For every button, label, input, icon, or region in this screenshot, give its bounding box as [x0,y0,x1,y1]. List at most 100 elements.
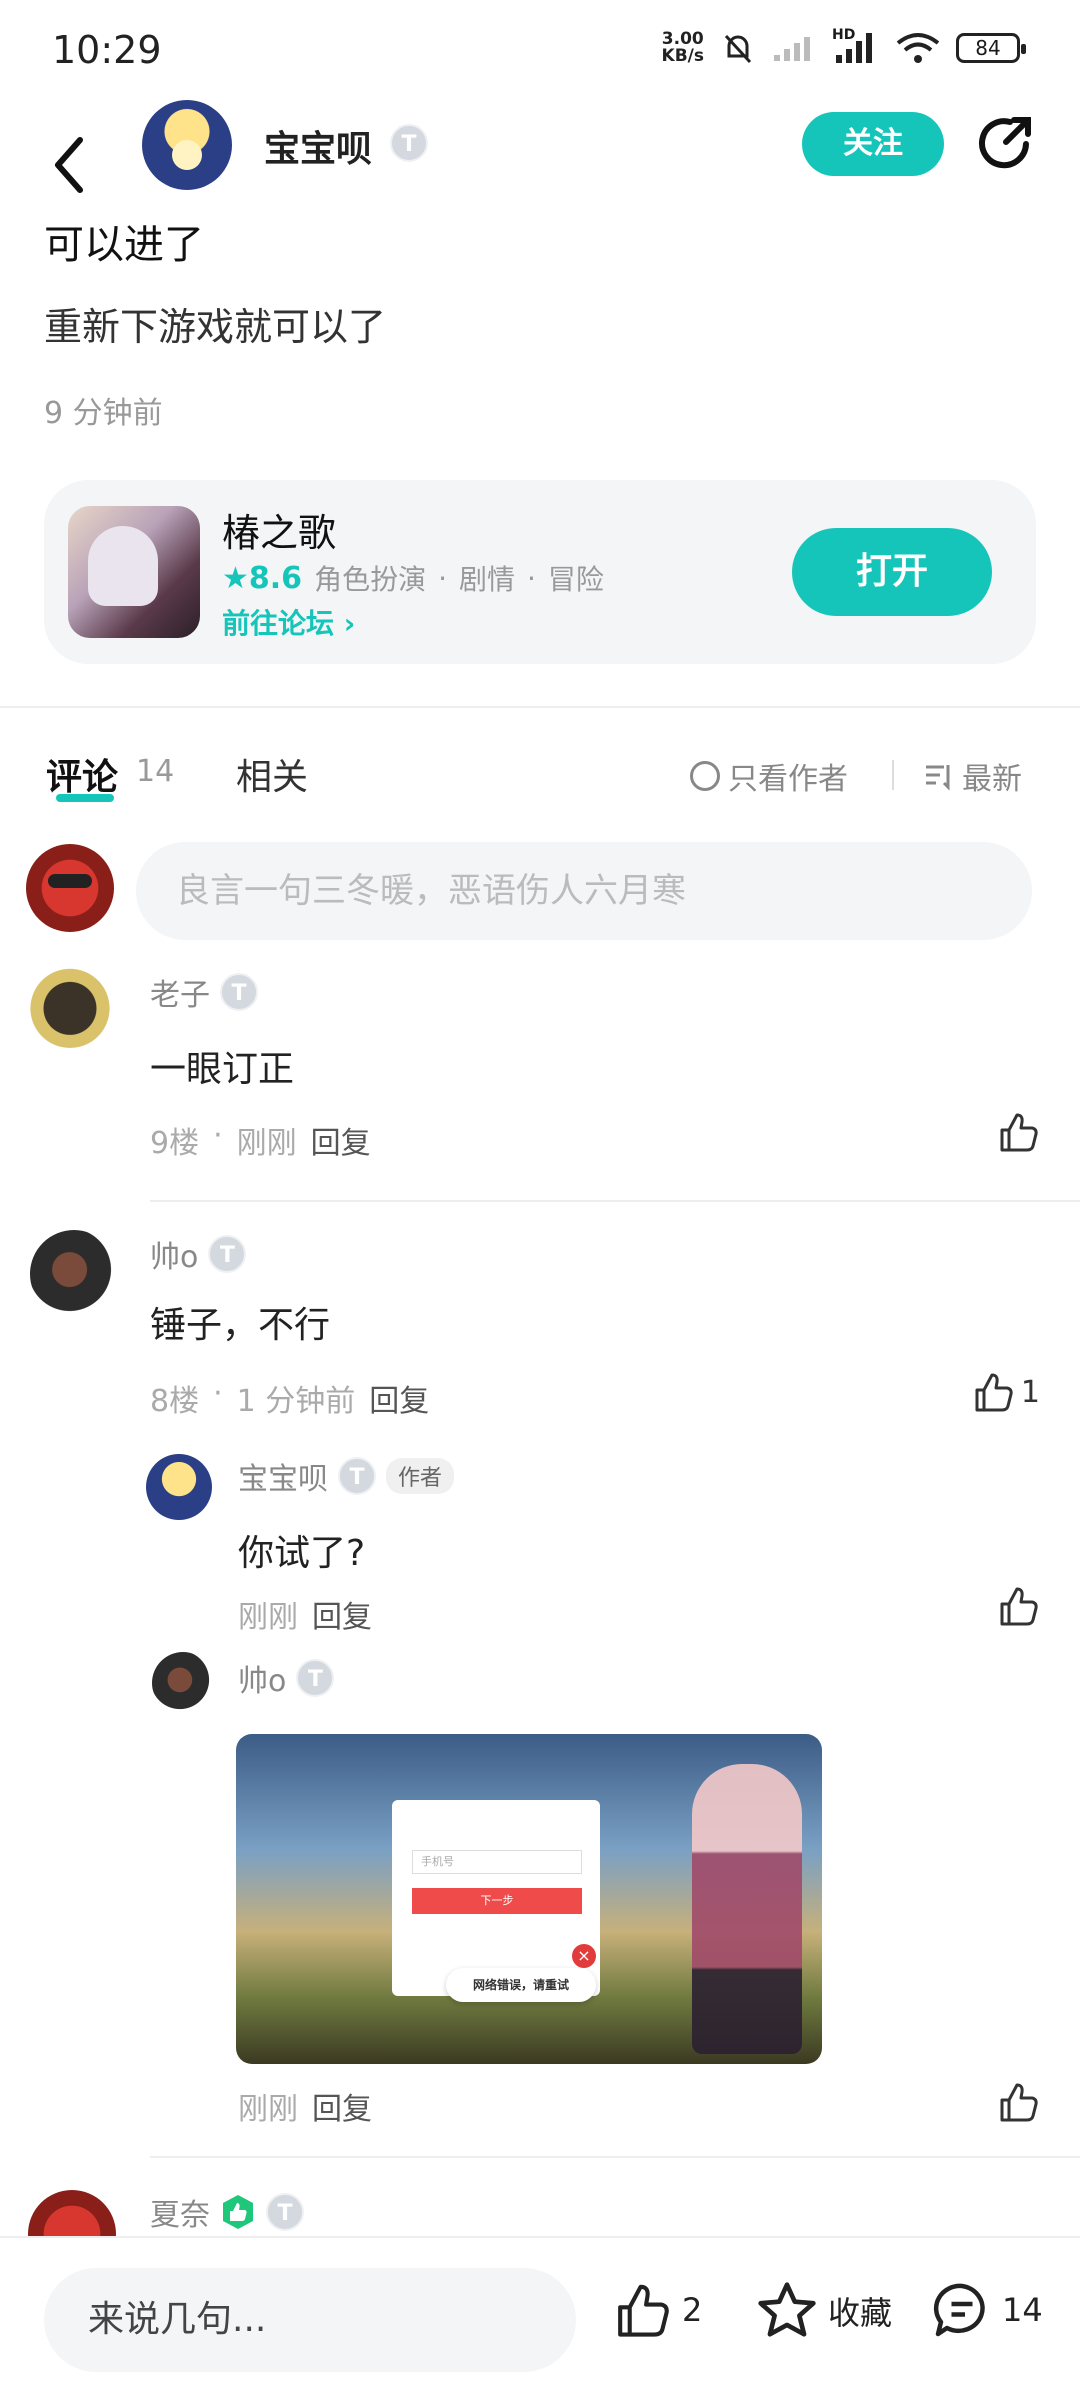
comment-divider [150,2156,1080,2158]
post-like-count: 2 [682,2291,703,2329]
open-game-button[interactable]: 打开 [792,528,992,616]
post-time: 9 分钟前 [44,396,163,431]
commenter-name[interactable]: 夏奈 T [150,2190,304,2234]
commenter-name[interactable]: 帅o T [150,1232,247,1276]
thumbs-up-icon [975,1373,1013,1412]
post-body: 重新下游戏就可以了 [44,305,387,349]
game-icon[interactable] [68,506,200,638]
game-meta: ★8.6 角色扮演 · 剧情 · 冒险 [222,558,604,598]
comment-meta: 9楼 · 刚刚 回复 [150,1118,371,1162]
replier-name[interactable]: 帅o T [238,1656,335,1700]
level-badge: T [338,1457,376,1495]
comment-divider [150,1200,1080,1202]
like-count: 1 [1020,1374,1040,1410]
comments-count: 14 [136,754,175,789]
thumbs-up-icon [1000,1113,1038,1152]
like-button[interactable] [996,1110,1040,1154]
post-like-button[interactable]: 2 [612,2280,702,2340]
reply-button[interactable]: 回复 [311,1118,371,1162]
level-badge: T [390,124,428,162]
tab-comments[interactable]: 评论 [46,748,118,800]
thumbs-up-icon [1000,2083,1038,2122]
battery-indicator: 84 [956,33,1026,63]
back-arrow-icon[interactable] [40,120,100,210]
replier-avatar[interactable] [152,1652,214,1714]
replier-avatar[interactable] [146,1454,212,1520]
mute-bell-icon [724,34,752,64]
image-phone-field: 手机号 [412,1850,582,1874]
status-time: 10:29 [52,28,162,72]
reply-footer: 刚刚 回复 [0,2080,1080,2150]
commenter-avatar[interactable] [28,2190,116,2236]
game-tag: 剧情 [458,563,515,596]
favorite-button[interactable]: 收藏 [756,2280,892,2342]
like-button[interactable] [996,1584,1040,1628]
reply-button[interactable]: 回复 [369,1376,429,1420]
post-title: 可以进了 [44,222,204,268]
share-icon[interactable] [976,114,1036,174]
game-card[interactable]: 椿之歌 ★8.6 角色扮演 · 剧情 · 冒险 前往论坛 › 打开 [44,480,1036,664]
like-button[interactable]: 1 [971,1370,1040,1414]
my-avatar [26,844,114,932]
game-tag: 角色扮演 [314,563,427,596]
commenter-avatar[interactable] [26,960,114,1048]
comment-item: 帅o T 锤子，不行 8楼 · 1 分钟前 回复 1 [0,1230,1080,1419]
tab-active-indicator [56,794,114,802]
image-error-toast: 网络错误，请重试 [446,1968,596,2002]
thumbs-up-icon [618,2284,669,2337]
reply-item: 帅o T [0,1652,1080,1722]
image-error-icon: × [572,1944,596,1968]
post-header: 宝宝呗 T 关注 [0,100,1080,230]
reply-text: 你试了? [238,1533,366,1574]
reply-button[interactable]: 回复 [312,1592,372,1636]
comments-button[interactable]: 14 [932,2280,1043,2340]
comment-item: 夏奈 T [0,2186,1080,2236]
wifi-icon [896,33,940,63]
tab-related[interactable]: 相关 [236,748,308,800]
game-rating: ★8.6 [222,560,303,596]
like-button[interactable] [996,2080,1040,2124]
author-avatar[interactable] [142,100,232,190]
image-character [692,1764,802,2054]
author-name[interactable]: 宝宝呗 [264,120,372,172]
sort-toggle[interactable]: 最新 [924,754,1022,798]
level-badge: T [296,1659,335,1697]
status-bar: 10:29 3.00 KB/s HD 84 [0,0,1080,100]
author-tag: 作者 [386,1458,455,1494]
star-icon [758,2282,816,2337]
comment-text: 一眼订正 [150,1049,295,1090]
level-badge: T [266,2193,304,2231]
chevron-right-icon: › [334,607,356,640]
radio-circle-icon [690,761,720,791]
image-login-dialog: 手机号 下一步 [392,1800,600,1996]
reply-button[interactable]: 回复 [312,2084,372,2128]
commenter-name[interactable]: 老子 T [150,970,258,1014]
image-next-button: 下一步 [412,1888,582,1914]
comment-input-row: 良言一句三冬暖，恶语伤人六月寒 [0,836,1080,940]
follow-button[interactable]: 关注 [802,112,944,176]
forum-link[interactable]: 前往论坛 › [222,602,355,642]
comment-meta: 8楼 · 1 分钟前 回复 [150,1376,430,1420]
signal-hd-icon: HD [832,27,880,65]
commenter-avatar[interactable] [30,1230,118,1318]
thumbs-up-badge-icon [223,2195,253,2229]
bottom-action-bar: 来说几句... 2 收藏 14 [0,2236,1080,2400]
reply-meta: 刚刚 回复 [238,1592,372,1636]
replier-name[interactable]: 宝宝呗 T 作者 [238,1454,455,1498]
tab-separator [892,760,894,790]
signal-weak-icon [774,37,810,61]
game-tag: 冒险 [547,563,604,596]
thumbs-up-icon [1000,1587,1038,1626]
net-speed: 3.00 KB/s [661,29,704,66]
comment-input[interactable]: 良言一句三冬暖，恶语伤人六月寒 [136,842,1032,940]
reply-image[interactable]: 手机号 下一步 × 网络错误，请重试 [236,1734,822,2064]
star-icon: ★ [222,560,249,596]
sort-icon [926,765,950,791]
only-author-toggle[interactable]: 只看作者 [690,754,848,798]
game-name: 椿之歌 [222,511,337,555]
status-icons: 3.00 KB/s HD 84 [661,27,1026,66]
bottom-comment-input[interactable]: 来说几句... [44,2268,576,2372]
reply-meta: 刚刚 回复 [238,2084,372,2128]
comment-text: 锤子，不行 [150,1305,331,1346]
reply-item: 宝宝呗 T 作者 你试了? 刚刚 回复 [0,1452,1080,1635]
